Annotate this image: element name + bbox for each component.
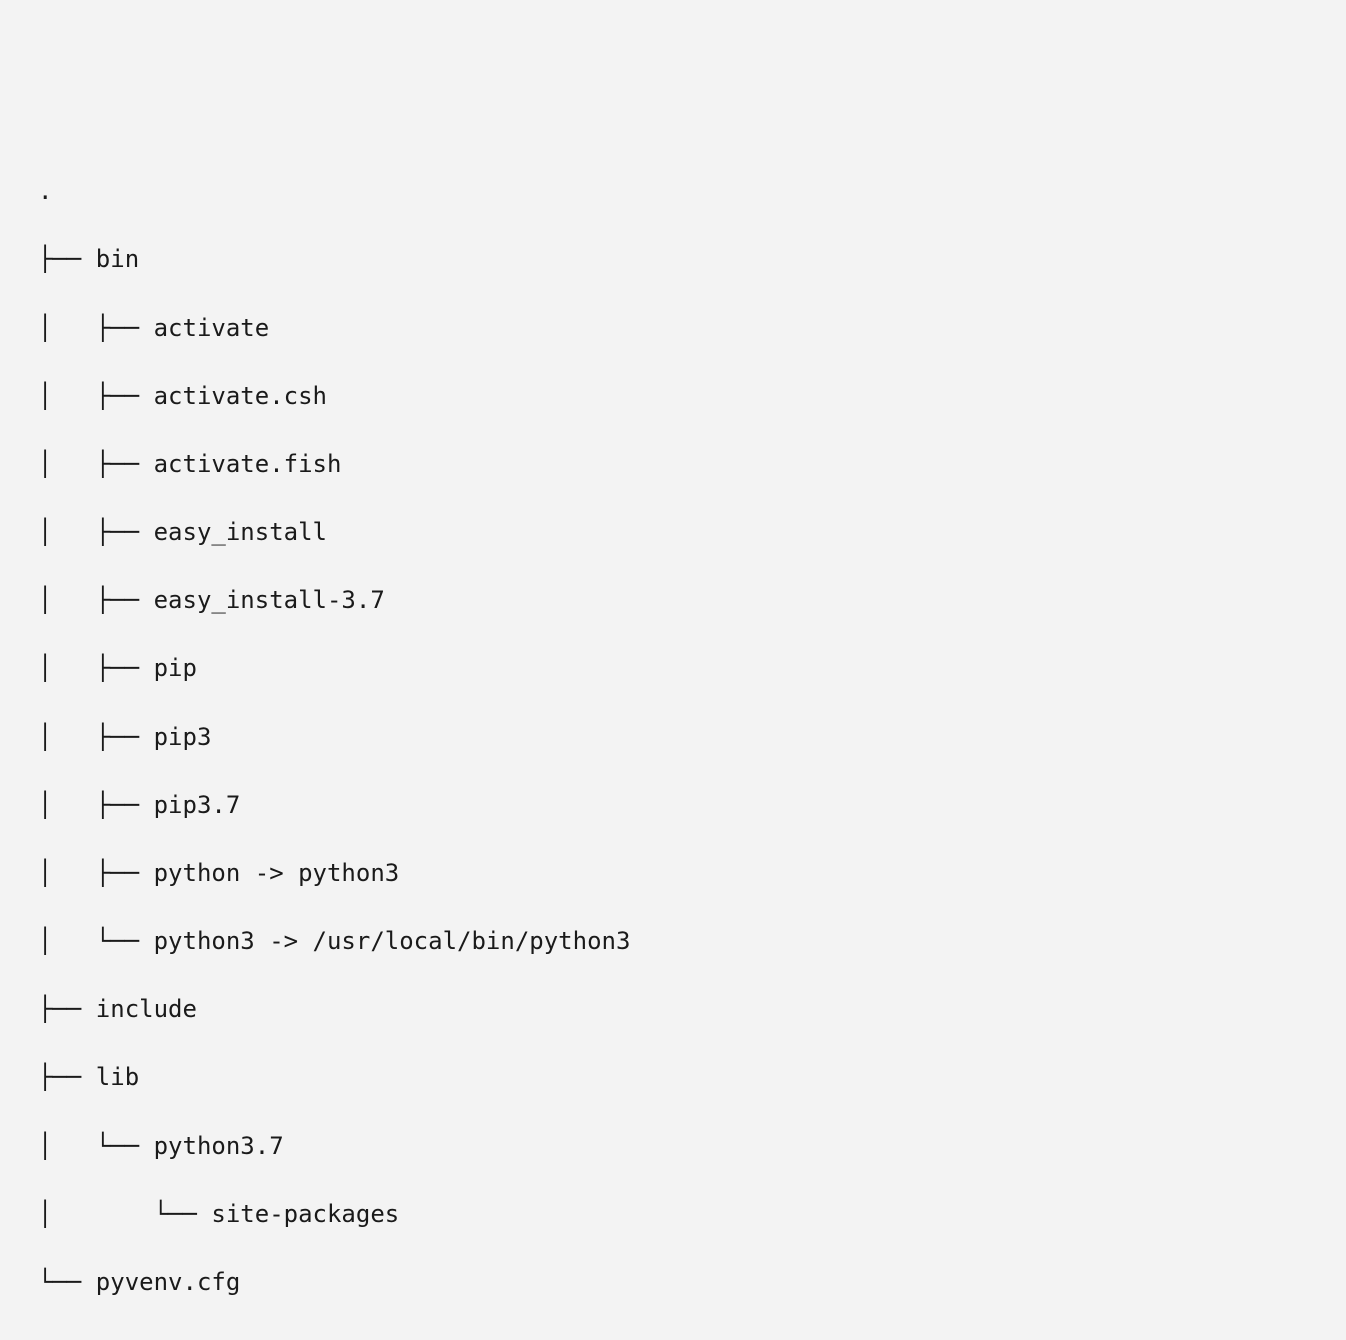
tree-line-python3-symlink: │ └── python3 -> /usr/local/bin/python3 [38, 924, 1346, 958]
tree-line-python37: │ └── python3.7 [38, 1129, 1346, 1163]
tree-line-bin: ├── bin [38, 242, 1346, 276]
tree-line-pip37: │ ├── pip3.7 [38, 788, 1346, 822]
tree-line-easy-install-37: │ ├── easy_install-3.7 [38, 583, 1346, 617]
tree-line-easy-install: │ ├── easy_install [38, 515, 1346, 549]
tree-line-activate-fish: │ ├── activate.fish [38, 447, 1346, 481]
tree-line-activate-csh: │ ├── activate.csh [38, 379, 1346, 413]
tree-line-lib: ├── lib [38, 1060, 1346, 1094]
tree-line-pip: │ ├── pip [38, 651, 1346, 685]
tree-line-site-packages: │ └── site-packages [38, 1197, 1346, 1231]
tree-line-pyvenv-cfg: └── pyvenv.cfg [38, 1265, 1346, 1299]
tree-line-include: ├── include [38, 992, 1346, 1026]
tree-line-pip3: │ ├── pip3 [38, 720, 1346, 754]
tree-line-python-symlink: │ ├── python -> python3 [38, 856, 1346, 890]
tree-line-root: . [38, 174, 1346, 208]
tree-line-activate: │ ├── activate [38, 311, 1346, 345]
